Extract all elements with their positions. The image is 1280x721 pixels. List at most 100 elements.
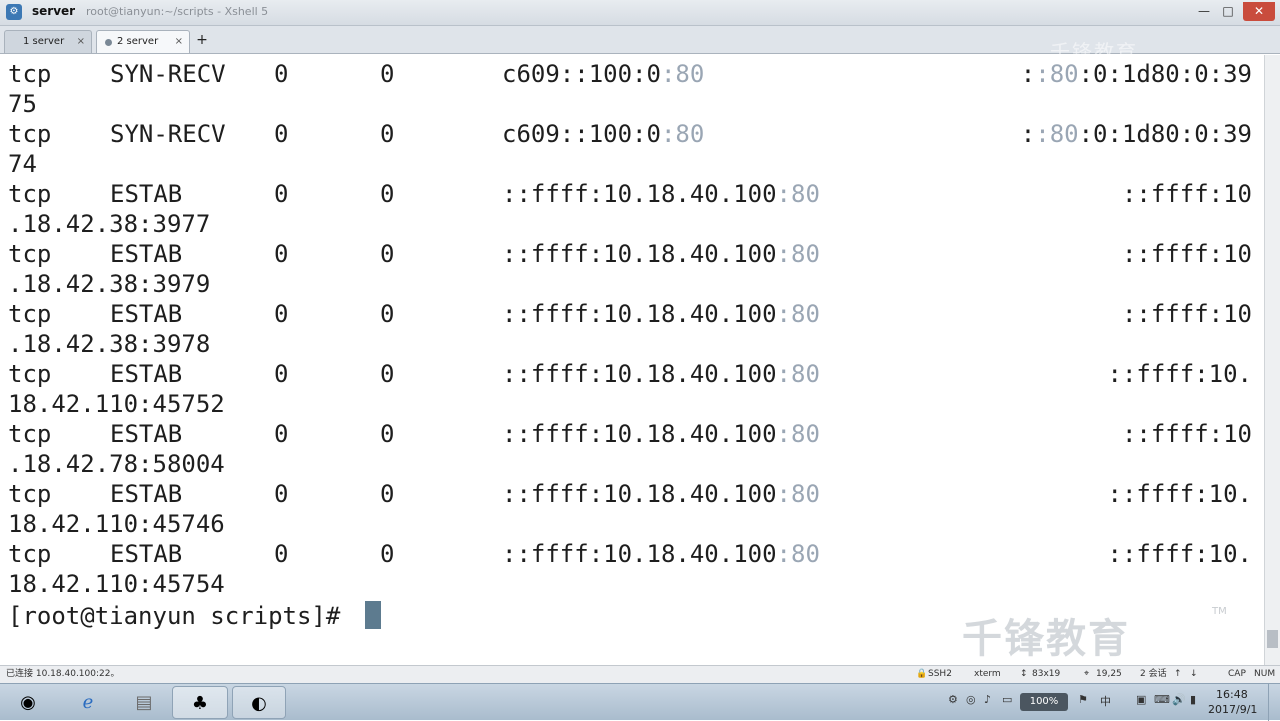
file-explorer-icon[interactable]: ▤ [122,686,166,719]
recvq-cell: 0 [274,60,289,88]
window-subtitle: root@tianyun:~/scripts - Xshell 5 [86,5,269,18]
local-address-cell: ::ffff:10.18.40.100:80 [502,239,820,269]
sendq-cell: 0 [380,480,395,508]
peer-address: ::ffff:10. [1107,480,1253,508]
show-desktop-button[interactable] [1268,684,1280,721]
windows-taskbar: ◉ ℯ ▤ ♣ ◐ ⚙ ◎ ♪ ▭ 100% ⚑ 中 ▣ ⌨ 🔊 ▮ 16:48… [0,683,1280,721]
xshell-taskbar-icon[interactable]: ◐ [232,686,286,719]
wrapped-address: .18.42.38:3978 [8,330,211,358]
local-port: :80 [776,420,820,448]
local-address: ::ffff:10.18.40.100 [502,240,777,268]
terminal-wrap-line: 18.42.110:45752 [8,389,1252,419]
tray-signal-icon[interactable]: ▮ [1190,693,1196,706]
peer-address: ::ffff:10. [1107,540,1253,568]
peer-address-cell: ::ffff:10. [1108,479,1253,509]
terminal-size: 83x19 [1032,669,1061,679]
down-arrow-icon[interactable]: ↓ [1190,666,1198,683]
local-address-cell: ::ffff:10.18.40.100:80 [502,179,820,209]
shell-prompt: [root@tianyun scripts]# [8,602,355,630]
xshell-app-icon[interactable]: ⚙ [6,4,22,20]
tray-display-icon[interactable]: ▣ [1136,693,1146,706]
terminal-wrap-line: 75 [8,89,1252,119]
recvq-cell: 0 [274,180,289,208]
peer-address-cell: ::ffff:10 [1122,239,1252,269]
local-address-cell: ::ffff:10.18.40.100:80 [502,479,820,509]
tray-network-icon[interactable]: ◎ [966,693,976,706]
peer-address: ::ffff:10 [1121,420,1252,448]
sendq-cell: 0 [380,360,395,388]
proto-cell: tcp [8,240,52,268]
internet-explorer-icon[interactable]: ℯ [66,686,110,719]
tab-close-icon[interactable]: × [77,31,85,53]
maximize-button[interactable]: □ [1217,2,1239,21]
tab-label: 1 server [23,36,65,47]
tray-speaker-icon[interactable]: 🔊 [1172,693,1186,706]
tray-ime-icon[interactable]: 中 [1100,693,1111,709]
sendq-cell: 0 [380,120,395,148]
local-address: c609::100:0 [502,120,661,148]
local-port: :80 [776,540,820,568]
terminal-wrap-line: .18.42.38:3977 [8,209,1252,239]
terminal-wrap-line: 18.42.110:45754 [8,569,1252,599]
session-count: 2 会话 [1140,669,1167,679]
proto-cell: tcp [8,540,52,568]
connection-status: 已连接 10.18.40.100:22。 [6,669,120,679]
terminal-row: tcp SYN-RECV 0 0 c609::100:0:80::80:0:1d80:0… [8,119,1252,149]
tab-server-1[interactable]: 1 server × [4,30,92,53]
state-cell: ESTAB [110,360,183,388]
peer-address-cell: ::ffff:10 [1122,419,1252,449]
proto-cell: tcp [8,60,52,88]
tray-keyboard-icon[interactable]: ⌨ [1154,693,1170,706]
session-status-icon [105,39,112,46]
terminal-wrap-line: .18.42.38:3979 [8,269,1252,299]
local-address-cell: c609::100:0:80 [502,119,704,149]
sendq-cell: 0 [380,420,395,448]
peer-address: ::ffff:10 [1121,300,1252,328]
tray-window-icon[interactable]: ▭ [1002,693,1012,706]
wrapped-address: 18.42.110:45752 [8,390,225,418]
terminal-row: tcp ESTAB 0 0::ffff:10.18.40.100:80::ffff:1… [8,479,1252,509]
new-tab-button[interactable]: + [193,31,211,51]
tab-close-icon[interactable]: × [175,31,183,53]
minimize-button[interactable]: — [1193,2,1215,21]
clock-time[interactable]: 16:48 [1216,688,1248,701]
window-title: server [32,4,76,18]
caps-lock-indicator: CAP [1228,669,1246,679]
wrapped-address: .18.42.38:3979 [8,270,211,298]
terminal-output[interactable]: tcp SYN-RECV 0 0 c609::100:0:80::80:0:1d80:0… [0,55,1262,665]
start-button[interactable]: ◉ [8,686,48,719]
wrapped-address: 75 [8,90,37,118]
taskbar-app-icon[interactable]: ♣ [172,686,228,719]
tray-flag-icon[interactable]: ⚑ [1078,693,1088,706]
tray-volume-icon[interactable]: ♪ [984,693,991,706]
local-port: :80 [776,360,820,388]
status-bar: 已连接 10.18.40.100:22。 🔒 SSH2 xterm ↕ 83x1… [0,665,1280,683]
terminal-wrap-line: 18.42.110:45746 [8,509,1252,539]
watermark-tm: TM [1212,606,1227,617]
clock-date[interactable]: 2017/9/1 [1208,703,1257,716]
local-address-cell: c609::100:0:80 [502,59,704,89]
terminal-wrap-line: .18.42.38:3978 [8,329,1252,359]
local-address-cell: ::ffff:10.18.40.100:80 [502,299,820,329]
recvq-cell: 0 [274,420,289,448]
peer-address: ::ffff:10. [1107,360,1253,388]
local-port: :80 [660,60,705,88]
sendq-cell: 0 [380,180,395,208]
tray-tool-icon[interactable]: ⚙ [948,693,958,706]
tab-server-2[interactable]: 2 server × [96,30,190,53]
battery-indicator[interactable]: 100% [1020,693,1068,711]
local-address: ::ffff:10.18.40.100 [502,180,777,208]
state-cell: ESTAB [110,300,183,328]
up-arrow-icon[interactable]: ↑ [1174,666,1182,683]
terminal-wrap-line: 74 [8,149,1252,179]
local-address: ::ffff:10.18.40.100 [502,420,777,448]
state-cell: SYN-RECV [110,120,226,148]
close-button[interactable]: ✕ [1243,2,1275,21]
terminal-scrollbar[interactable] [1264,55,1280,665]
text-cursor [365,601,381,629]
scroll-thumb[interactable] [1267,630,1278,648]
local-address-cell: ::ffff:10.18.40.100:80 [502,359,820,389]
wrapped-address: 74 [8,150,37,178]
peer-address-suffix: :0:1d80:0:39 [1078,120,1252,148]
state-cell: SYN-RECV [110,60,226,88]
